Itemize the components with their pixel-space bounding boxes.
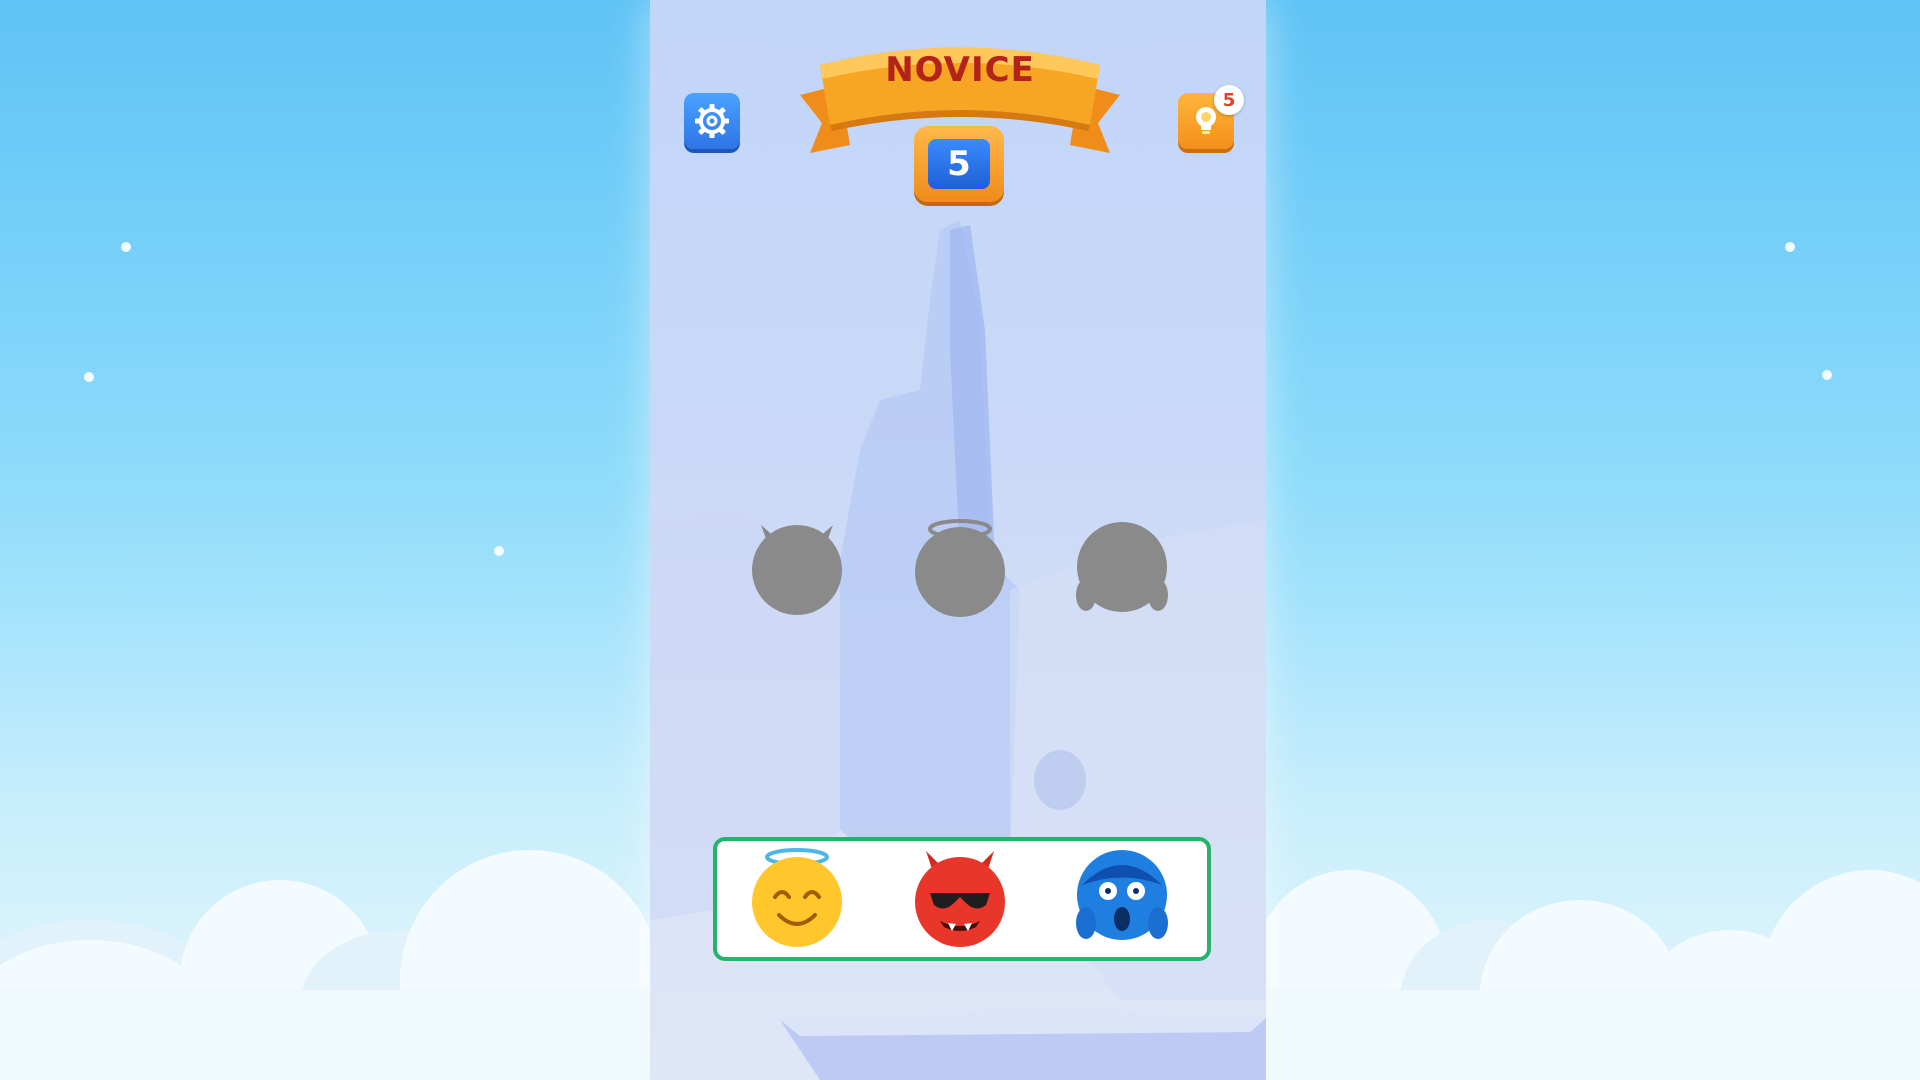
gear-icon [695, 104, 729, 138]
smiling-halo-emoji-icon [752, 848, 842, 947]
snowflake [84, 372, 94, 382]
screaming-silhouette-icon [1076, 522, 1168, 612]
snowflake [494, 546, 504, 556]
snowflake [1785, 242, 1795, 252]
snowflake [121, 242, 131, 252]
screaming-face-emoji-icon [1076, 850, 1168, 940]
target-slot-devil[interactable] [747, 517, 847, 627]
rank-title: NOVICE [885, 50, 1035, 90]
settings-button[interactable] [684, 93, 740, 149]
devil-sunglasses-emoji-icon [915, 851, 1005, 947]
level-indicator: 5 [914, 126, 1004, 202]
emoji-angel[interactable] [747, 845, 847, 951]
emoji-screaming[interactable] [1072, 845, 1172, 951]
level-number: 5 [928, 139, 990, 189]
snowflake [1822, 370, 1832, 380]
game-scene: NOVICE 5 5 [0, 0, 1920, 1080]
emoji-devil[interactable] [910, 845, 1010, 951]
target-slot-angel[interactable] [910, 517, 1010, 627]
target-slot-screaming[interactable] [1072, 517, 1172, 627]
devil-silhouette-icon [752, 525, 842, 615]
hint-count-badge: 5 [1214, 85, 1244, 115]
halo-silhouette-icon [915, 519, 1005, 617]
